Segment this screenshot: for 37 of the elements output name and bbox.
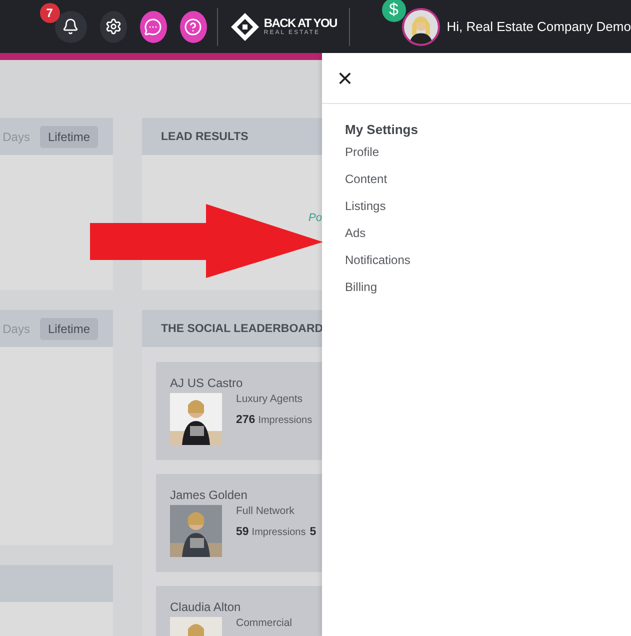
agent-name: James Golden: [170, 488, 248, 502]
settings-link[interactable]: Ads: [345, 226, 366, 241]
impression-label: Impressions: [252, 527, 306, 538]
stat-value: 5: [310, 526, 316, 538]
avatar[interactable]: [402, 8, 440, 46]
agent-name: AJ US Castro: [170, 376, 244, 390]
agent-category: Commercial: [236, 617, 292, 629]
settings-link[interactable]: Notifications: [345, 253, 410, 268]
dollar-badge: $: [382, 0, 406, 22]
agent-category: Full Network: [236, 505, 296, 517]
impression-count: 59: [236, 526, 249, 538]
agent-category: Luxury Agents: [236, 393, 304, 405]
bell-icon: [62, 18, 80, 35]
impression-label: Impressions: [258, 415, 312, 426]
notifications-button[interactable]: [54, 10, 87, 42]
agent-name: Claudia Alton: [170, 600, 242, 614]
chat-button[interactable]: [140, 10, 167, 42]
close-button[interactable]: ×: [335, 65, 355, 89]
period-filter[interactable]: Lifetime: [40, 126, 98, 148]
chart-label: Po: [308, 212, 322, 224]
logo-title: BACK AT YOU: [264, 17, 337, 29]
settings-button[interactable]: [100, 10, 127, 42]
settings-icon: [104, 18, 122, 35]
settings-link[interactable]: Content: [345, 172, 388, 187]
period-filter[interactable]: Lifetime: [40, 318, 98, 340]
settings-heading: My Settings: [345, 122, 418, 137]
card-title: LEAD RESULTS: [161, 130, 248, 142]
settings-link[interactable]: Listings: [345, 199, 386, 214]
settings-link[interactable]: Billing: [345, 280, 378, 295]
chat-icon: [144, 18, 162, 36]
help-icon: [184, 18, 202, 36]
help-button[interactable]: [180, 10, 208, 42]
notification-count: 7: [40, 2, 60, 22]
impression-count: 276: [236, 414, 256, 426]
user-greeting[interactable]: Hi, Real Estate Company Demo: [446, 19, 631, 34]
logo-icon: [230, 12, 260, 42]
settings-link[interactable]: Profile: [345, 145, 380, 160]
